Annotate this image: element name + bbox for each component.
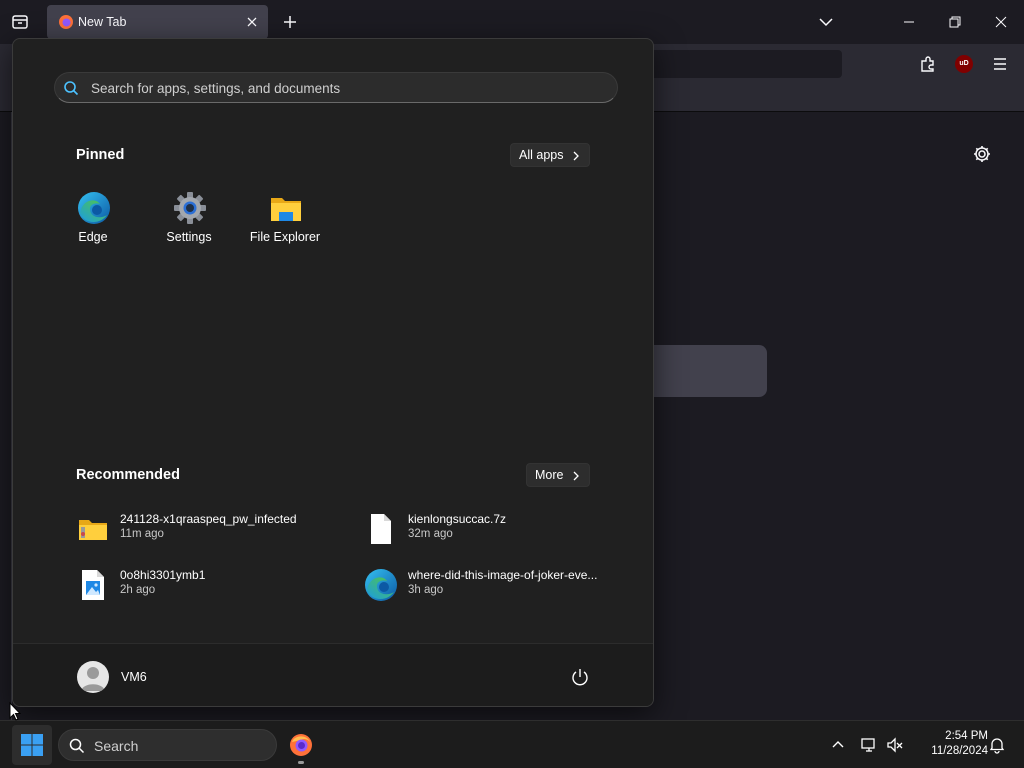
browser-tab-new-tab[interactable]: New Tab (47, 5, 268, 39)
settings-gear-icon (174, 192, 206, 224)
new-tab-plus-icon[interactable] (280, 12, 300, 32)
taskbar: Search 2:54 PM 11/28/2024 (0, 720, 1024, 768)
pinned-app-label: Edge (78, 230, 108, 244)
new-tab-search-box[interactable] (640, 345, 767, 397)
more-label: More (535, 468, 564, 482)
extensions-puzzle-icon[interactable] (918, 54, 938, 74)
restore-icon[interactable] (945, 12, 965, 32)
windows-logo-icon (21, 734, 43, 756)
recommended-item-name: where-did-this-image-of-joker-eve... (408, 568, 598, 582)
recommended-item-time: 3h ago (408, 584, 444, 596)
url-bar[interactable] (640, 50, 842, 78)
recommended-item[interactable]: 0o8hi3301ymb1 2h ago (76, 566, 336, 606)
taskbar-search-box[interactable]: Search (58, 729, 277, 761)
clock-time: 2:54 PM (945, 730, 988, 742)
recommended-item[interactable]: 241128-x1qraaspeq_pw_infected 11m ago (76, 510, 336, 550)
mouse-pointer-icon (9, 702, 21, 721)
search-icon (64, 81, 79, 96)
pinned-app-edge[interactable]: Edge (50, 191, 136, 261)
pinned-heading: Pinned (76, 147, 125, 163)
recommended-item-time: 2h ago (120, 584, 156, 596)
running-indicator (298, 761, 304, 764)
network-icon[interactable] (860, 736, 878, 754)
firefox-view-icon[interactable] (10, 12, 30, 32)
recommended-heading: Recommended (76, 467, 180, 483)
start-menu-footer: VM6 (13, 643, 653, 706)
show-hidden-icons-chevron-icon[interactable] (829, 736, 847, 754)
search-icon (69, 738, 85, 754)
ublock-origin-icon[interactable]: uD (955, 55, 973, 73)
recommended-item[interactable]: where-did-this-image-of-joker-eve... 3h … (364, 566, 624, 606)
image-file-icon (82, 570, 104, 600)
zip-folder-icon (79, 520, 107, 540)
pinned-app-file-explorer[interactable]: File Explorer (242, 191, 328, 261)
pinned-app-settings[interactable]: Settings (146, 191, 232, 261)
hamburger-menu-icon[interactable] (990, 54, 1010, 74)
start-search-box[interactable]: Search for apps, settings, and documents (54, 72, 618, 103)
more-button[interactable]: More (526, 463, 591, 487)
taskbar-search-label: Search (94, 738, 139, 754)
user-silhouette-icon (81, 667, 105, 691)
recommended-item-name: kienlongsuccac.7z (408, 512, 507, 526)
chevron-right-icon (574, 151, 580, 161)
customize-new-tab-gear-icon[interactable] (972, 144, 992, 164)
minimize-icon[interactable] (899, 12, 919, 32)
edge-icon (365, 569, 397, 601)
start-button[interactable] (12, 725, 52, 765)
edge-icon (78, 192, 110, 224)
all-apps-label: All apps (519, 148, 564, 162)
recommended-item[interactable]: kienlongsuccac.7z 32m ago (364, 510, 624, 550)
system-clock[interactable]: 2:54 PM 11/28/2024 (912, 729, 988, 759)
pinned-app-label: File Explorer (249, 230, 321, 244)
recommended-item-time: 32m ago (408, 528, 453, 540)
recommended-item-name: 0o8hi3301ymb1 (120, 568, 206, 582)
taskbar-app-firefox[interactable] (284, 725, 318, 765)
firefox-logo-icon (59, 15, 73, 29)
recommended-item-name: 241128-x1qraaspeq_pw_infected (120, 512, 297, 526)
all-apps-button[interactable]: All apps (510, 143, 591, 167)
window-left-edge (0, 112, 12, 720)
power-icon[interactable] (569, 666, 591, 688)
clock-date: 11/28/2024 (931, 745, 988, 757)
user-name[interactable]: VM6 (121, 670, 147, 684)
tab-title: New Tab (78, 15, 127, 29)
start-menu: Search for apps, settings, and documents… (12, 38, 654, 707)
volume-muted-icon[interactable] (886, 736, 904, 754)
chevron-right-icon (574, 471, 580, 481)
close-tab-icon[interactable] (244, 14, 260, 30)
close-window-icon[interactable] (991, 12, 1011, 32)
list-all-tabs-chevron-icon[interactable] (816, 12, 836, 32)
blank-file-icon (371, 514, 391, 544)
recommended-item-time: 11m ago (120, 528, 164, 540)
user-avatar[interactable] (77, 661, 109, 693)
file-explorer-icon (271, 198, 301, 221)
firefox-logo-icon (290, 734, 312, 756)
search-placeholder: Search for apps, settings, and documents (91, 81, 341, 96)
pinned-app-label: Settings (166, 230, 212, 244)
notification-bell-icon[interactable] (988, 736, 1006, 754)
